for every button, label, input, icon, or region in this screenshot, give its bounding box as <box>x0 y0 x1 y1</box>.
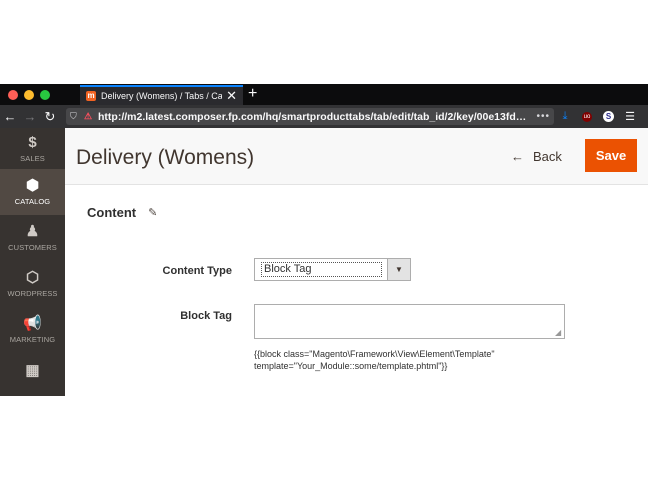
minimize-window-button[interactable] <box>24 90 34 100</box>
sidebar-item-catalog[interactable]: ⬢ CATALOG <box>0 169 65 215</box>
close-window-button[interactable] <box>8 90 18 100</box>
section-header-content[interactable]: Content ✎ <box>87 205 157 220</box>
tracking-shield-icon[interactable]: ⛉ <box>70 111 84 122</box>
new-tab-button[interactable]: + <box>248 85 257 103</box>
hexagon-icon: ⬡ <box>25 269 40 286</box>
reload-icon[interactable]: ↻ <box>40 109 60 125</box>
layout-icon: ▦ <box>25 362 40 379</box>
resize-handle-icon[interactable]: ◢ <box>555 328 564 337</box>
insecure-lock-icon[interactable]: ⚠ <box>84 111 98 122</box>
tab-close-icon[interactable]: ✕ <box>226 88 237 104</box>
left-arrow-icon: ← <box>511 149 524 164</box>
sidebar-item-marketing[interactable]: 📢 MARKETING <box>0 307 65 353</box>
page-actions-icon[interactable]: ••• <box>536 111 550 122</box>
maximize-window-button[interactable] <box>40 90 50 100</box>
sidebar-item-label: CUSTOMERS <box>8 243 57 252</box>
pencil-icon[interactable]: ✎ <box>148 206 157 219</box>
block-tag-label: Block Tag <box>180 310 232 322</box>
sidebar-item-content[interactable]: ▦ <box>0 348 65 394</box>
ublock-icon[interactable]: uo <box>582 111 592 122</box>
content-type-select[interactable]: Block Tag ▼ <box>254 258 411 281</box>
back-button[interactable]: ← Back <box>511 149 562 164</box>
content-type-label: Content Type <box>162 265 232 277</box>
sidebar-item-label: SALES <box>20 154 45 163</box>
sidebar-item-customers[interactable]: ♟ CUSTOMERS <box>0 215 65 261</box>
url-text[interactable]: http://m2.latest.composer.fp.com/hq/smar… <box>98 111 532 123</box>
sidebar-item-label: CATALOG <box>14 197 51 206</box>
tab-bar: m Delivery (Womens) / Tabs / Cat… ✕ + <box>0 84 648 105</box>
sidebar-item-label: MARKETING <box>9 335 56 344</box>
back-arrow-icon[interactable]: ← <box>0 109 20 124</box>
block-tag-textarea[interactable] <box>254 304 565 339</box>
block-tag-note: {{block class="Magento\Framework\View\El… <box>254 349 495 371</box>
cube-icon: ⬢ <box>25 177 40 194</box>
section-title: Content <box>87 205 137 220</box>
content-type-selected-value: Block Tag <box>261 262 382 277</box>
browser-window: m Delivery (Womens) / Tabs / Cat… ✕ + ← … <box>0 84 648 396</box>
admin-sidebar: $ SALES ⬢ CATALOG ♟ CUSTOMERS ⬡ WORDPRES… <box>0 128 65 396</box>
page-title: Delivery (Womens) <box>76 146 255 169</box>
chevron-down-icon[interactable]: ▼ <box>387 259 410 280</box>
megaphone-icon: 📢 <box>23 315 42 332</box>
sidebar-item-wordpress[interactable]: ⬡ WORDPRESS <box>0 261 65 307</box>
hamburger-menu-icon[interactable]: ☰ <box>619 110 641 123</box>
extension-s-icon[interactable]: S <box>603 111 614 122</box>
download-icon[interactable]: ⤓ <box>554 110 576 123</box>
sidebar-item-sales[interactable]: $ SALES <box>0 126 65 172</box>
dollar-icon: $ <box>28 134 37 151</box>
person-icon: ♟ <box>25 223 40 240</box>
navigation-bar: ← → ↻ ⛉ ⚠ http://m2.latest.composer.fp.c… <box>0 105 648 128</box>
url-bar[interactable]: ⛉ ⚠ http://m2.latest.composer.fp.com/hq/… <box>66 108 554 125</box>
magento-favicon-icon: m <box>86 91 96 101</box>
back-button-label: Back <box>533 149 562 164</box>
browser-tab-active[interactable]: m Delivery (Womens) / Tabs / Cat… ✕ <box>80 85 243 105</box>
sidebar-item-label: WORDPRESS <box>7 289 58 298</box>
tab-title: Delivery (Womens) / Tabs / Cat… <box>101 91 223 101</box>
save-button[interactable]: Save <box>585 139 637 172</box>
page-header: Delivery (Womens) ← Back Save <box>65 128 648 185</box>
screenshot-stage: m Delivery (Womens) / Tabs / Cat… ✕ + ← … <box>0 0 648 477</box>
forward-arrow-icon[interactable]: → <box>20 109 40 124</box>
